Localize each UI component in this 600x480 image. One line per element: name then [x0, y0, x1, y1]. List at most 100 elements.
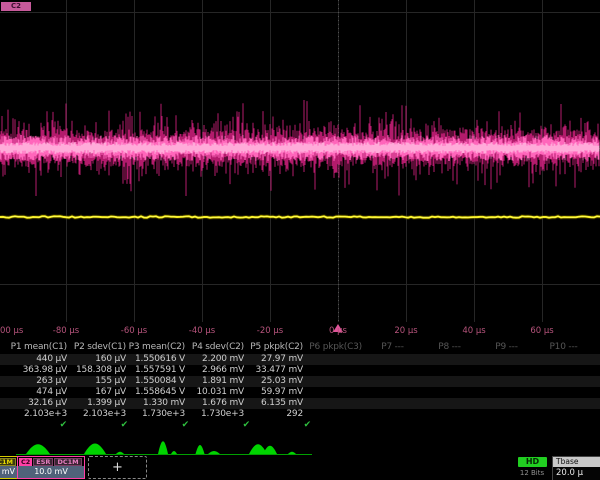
trace-annotation-badge: C2 [1, 2, 31, 11]
oscilloscope-screen: C2 00 µs-80 µs-60 µs-40 µs-20 µs0 µs20 µ… [0, 0, 600, 480]
time-axis-label: 0 µs [329, 326, 347, 336]
table-row: 32.16 µV1.399 µV1.330 mV1.676 mV6.135 mV [0, 398, 600, 409]
time-axis-label: 00 µs [0, 326, 23, 336]
measurement-header[interactable]: P11 --- [592, 341, 600, 354]
histicon-peak[interactable] [84, 444, 106, 455]
table-row: 363.98 µV158.308 µV1.557591 V2.966 mV33.… [0, 365, 600, 376]
measurement-value [423, 354, 482, 365]
measurement-value [364, 365, 423, 376]
measurement-value: 2.966 mV [187, 365, 246, 376]
channel-c1-descriptor[interactable]: DC1M 0 mV [0, 456, 18, 479]
histicon-strip[interactable] [0, 431, 600, 456]
table-row: P1 mean(C1)P2 sdev(C1)P3 mean(C2)P4 sdev… [0, 341, 600, 354]
measurement-value: 27.97 mV [246, 354, 305, 365]
measurement-header[interactable]: P7 --- [364, 341, 421, 354]
time-axis-label: -20 µs [257, 326, 283, 336]
measurement-header[interactable]: P6 pkpk(C3) [305, 341, 364, 354]
measurement-value [482, 409, 541, 420]
measurement-value [364, 376, 423, 387]
measurement-value [541, 398, 600, 409]
table-row: 2.103e+32.103e+31.730e+31.730e+3292 [0, 409, 600, 420]
measurement-value: 1.676 mV [187, 398, 246, 409]
measurement-value [364, 387, 423, 398]
histicon-peak[interactable] [116, 452, 124, 454]
measurement-value [482, 376, 541, 387]
histicon-peak[interactable] [288, 452, 296, 454]
descriptor-bar: DC1M 0 mV C2 ESR DC1M 10.0 mV + HD 12 Bi… [0, 456, 600, 480]
measurement-header[interactable]: P1 mean(C1) [10, 341, 69, 354]
histicon-peak[interactable] [208, 451, 220, 454]
resolution-bits-label: 12 Bits [512, 469, 552, 477]
table-row: 440 µV160 µV1.550616 V2.200 mV27.97 mV [0, 354, 600, 365]
measurement-value [541, 387, 600, 398]
measurement-value [364, 398, 423, 409]
histicon-peak[interactable] [171, 451, 177, 454]
measurement-header[interactable]: P3 mean(C2) [128, 341, 187, 354]
timebase-descriptor[interactable]: Tbase 20.0 µ [552, 456, 600, 480]
measurement-value: 167 µV [69, 387, 128, 398]
table-row: 474 µV167 µV1.558645 V10.031 mV59.97 mV [0, 387, 600, 398]
measurement-header[interactable]: P9 --- [478, 341, 535, 354]
time-axis-label: -40 µs [189, 326, 215, 336]
measurement-value [305, 365, 364, 376]
measurement-value [364, 409, 423, 420]
histicon-peak[interactable] [158, 441, 168, 454]
measurement-value [305, 354, 364, 365]
measurement-value: 1.557591 V [128, 365, 187, 376]
measurement-header[interactable]: P2 sdev(C1) [69, 341, 128, 354]
measurement-status-check-icon: ✔ [254, 420, 315, 431]
timebase-label: Tbase [556, 457, 578, 466]
measurement-value [482, 354, 541, 365]
c1-coupling-badge: DC1M [0, 458, 16, 466]
histicon-peak[interactable] [263, 446, 277, 454]
measurement-status-check-icon: ✔ [10, 420, 71, 431]
time-axis-label: 20 µs [394, 326, 417, 336]
measurement-value: 6.135 mV [246, 398, 305, 409]
time-axis: 00 µs-80 µs-60 µs-40 µs-20 µs0 µs20 µs40… [0, 322, 600, 340]
measurement-value [423, 409, 482, 420]
waveform-display[interactable]: C2 [0, 0, 600, 322]
measurement-value: 1.730e+3 [128, 409, 187, 420]
c2-channel-badge: C2 [19, 458, 32, 466]
measurement-value: 32.16 µV [10, 398, 69, 409]
graticule-and-traces [0, 0, 600, 322]
measurement-histicons [0, 431, 600, 456]
measurement-value: 1.550084 V [128, 376, 187, 387]
measurement-value: 2.103e+3 [69, 409, 128, 420]
measurement-value [305, 387, 364, 398]
table-row: 263 µV155 µV1.550084 V1.891 mV25.03 mV [0, 376, 600, 387]
measurement-value [423, 398, 482, 409]
measurement-value [541, 376, 600, 387]
add-trace-button[interactable]: + [88, 456, 147, 479]
measurement-value: 33.477 mV [246, 365, 305, 376]
time-axis-label: 60 µs [530, 326, 553, 336]
measurement-value: 1.891 mV [187, 376, 246, 387]
measurement-value [482, 365, 541, 376]
measurement-status-check-icon: ✔ [132, 420, 193, 431]
channel-c2-descriptor[interactable]: C2 ESR DC1M 10.0 mV [17, 456, 85, 479]
c2-scale-value: 10.0 mV [18, 466, 84, 478]
measurement-value [541, 365, 600, 376]
measurement-value: 10.031 mV [187, 387, 246, 398]
measurement-value [541, 409, 600, 420]
measurement-value: 263 µV [10, 376, 69, 387]
measurement-value: 155 µV [69, 376, 128, 387]
time-axis-label: 40 µs [462, 326, 485, 336]
measurement-status-empty [498, 420, 559, 431]
measurement-value: 1.330 mV [128, 398, 187, 409]
measurement-value: 2.103e+3 [10, 409, 69, 420]
hd-mode-badge[interactable]: HD [518, 457, 547, 467]
measurement-value: 1.558645 V [128, 387, 187, 398]
measurement-header[interactable]: P4 sdev(C2) [187, 341, 246, 354]
measurement-value [423, 387, 482, 398]
timebase-value: 20.0 µ [553, 467, 600, 480]
histicon-peak[interactable] [26, 444, 50, 454]
measurement-table: P1 mean(C1)P2 sdev(C1)P3 mean(C2)P4 sdev… [0, 341, 600, 431]
histicon-peak[interactable] [196, 445, 205, 454]
measurement-value: 1.550616 V [128, 354, 187, 365]
measurement-header[interactable]: P10 --- [535, 341, 592, 354]
measurement-header[interactable]: P8 --- [421, 341, 478, 354]
measurement-status-check-icon: ✔ [193, 420, 254, 431]
measurement-value: 25.03 mV [246, 376, 305, 387]
measurement-header[interactable]: P5 pkpk(C2) [246, 341, 305, 354]
